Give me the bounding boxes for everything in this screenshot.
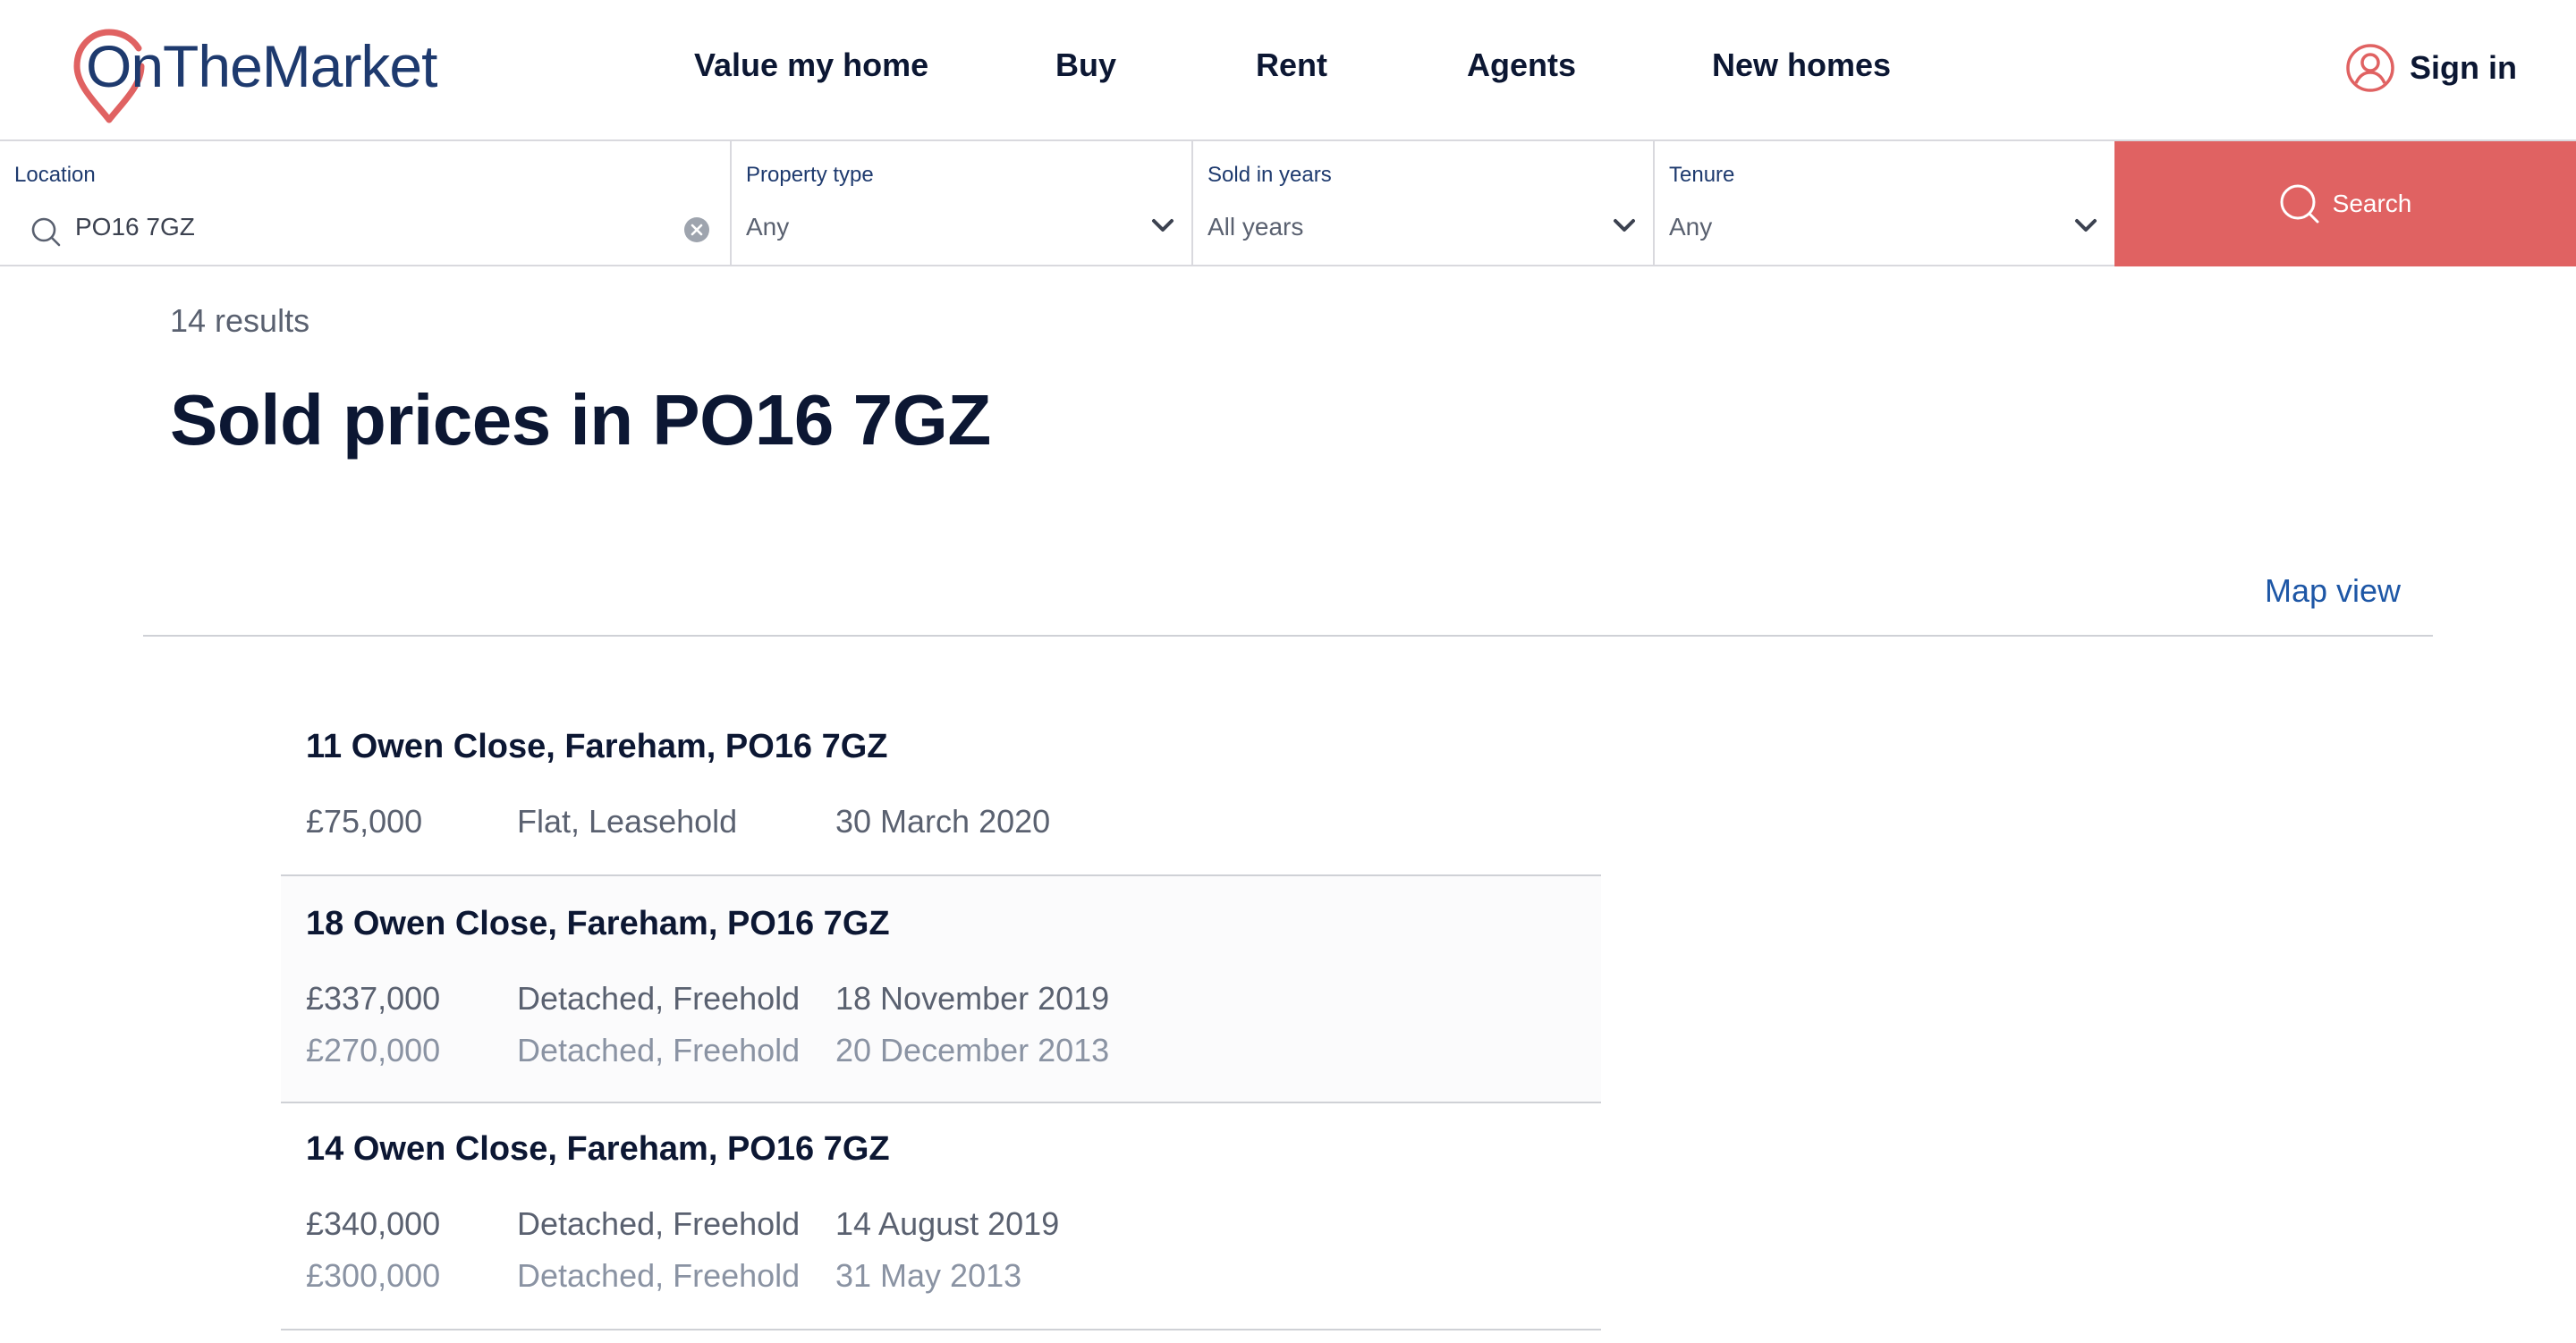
site-logo[interactable]: OnTheMarket <box>70 27 463 127</box>
list-item[interactable]: 14 Owen Close, Fareham, PO16 7GZ £340,00… <box>281 1103 1601 1330</box>
sale-price: £270,000 <box>306 1032 441 1068</box>
tenure-value: Any <box>1669 213 1713 241</box>
tenure-select[interactable]: Tenure Any <box>1655 141 2114 266</box>
search-filters-bar: Location PO16 7GZ Property type Any Sold… <box>0 141 2576 266</box>
nav-value-my-home[interactable]: Value my home <box>694 46 928 84</box>
sale-date: 30 March 2020 <box>835 803 1051 840</box>
property-type: Detached, Freehold <box>517 1257 801 1294</box>
property-type: Detached, Freehold <box>517 980 801 1017</box>
location-label: Location <box>14 163 96 187</box>
search-icon <box>2280 184 2319 224</box>
location-input[interactable]: PO16 7GZ <box>75 213 195 241</box>
logo-wordmark: OnTheMarket <box>86 33 437 99</box>
clear-icon[interactable] <box>683 216 710 243</box>
sold-in-years-value: All years <box>1208 213 1304 241</box>
property-type: Detached, Freehold <box>517 1032 801 1068</box>
nav-buy[interactable]: Buy <box>1055 46 1116 84</box>
map-view-link[interactable]: Map view <box>2265 572 2401 610</box>
search-button-label: Search <box>2332 190 2412 217</box>
sold-in-years-label: Sold in years <box>1208 163 1332 187</box>
chevron-down-icon <box>2075 219 2097 232</box>
location-field[interactable]: Location PO16 7GZ <box>0 141 732 266</box>
sold-prices-list: 11 Owen Close, Fareham, PO16 7GZ £75,000… <box>281 706 1601 1330</box>
user-icon <box>2346 44 2394 92</box>
list-item[interactable]: 18 Owen Close, Fareham, PO16 7GZ £337,00… <box>281 876 1601 1103</box>
sale-date: 18 November 2019 <box>835 980 1110 1017</box>
property-type-value: Any <box>746 213 790 241</box>
results-count: 14 results <box>170 302 310 339</box>
search-icon <box>31 217 61 247</box>
divider <box>143 635 2433 637</box>
sale-date: 31 May 2013 <box>835 1257 1022 1294</box>
property-type-select[interactable]: Property type Any <box>732 141 1193 266</box>
chevron-down-icon <box>1152 219 1174 232</box>
sign-in-label: Sign in <box>2410 49 2517 86</box>
nav-agents[interactable]: Agents <box>1467 46 1576 84</box>
property-address[interactable]: 11 Owen Close, Fareham, PO16 7GZ <box>306 728 888 766</box>
chevron-down-icon <box>1614 219 1635 232</box>
sale-date: 14 August 2019 <box>835 1205 1060 1242</box>
sale-price: £300,000 <box>306 1257 441 1294</box>
site-header: OnTheMarket Value my home Buy Rent Agent… <box>0 0 2576 141</box>
property-type: Flat, Leasehold <box>517 803 738 840</box>
nav-rent[interactable]: Rent <box>1256 46 1327 84</box>
sale-date: 20 December 2013 <box>835 1032 1110 1068</box>
sale-price: £340,000 <box>306 1205 441 1242</box>
list-item[interactable]: 11 Owen Close, Fareham, PO16 7GZ £75,000… <box>281 706 1601 876</box>
property-type-label: Property type <box>746 163 874 187</box>
sale-price: £75,000 <box>306 803 423 840</box>
property-address[interactable]: 18 Owen Close, Fareham, PO16 7GZ <box>306 905 890 943</box>
property-type: Detached, Freehold <box>517 1205 801 1242</box>
sale-price: £337,000 <box>306 980 441 1017</box>
property-address[interactable]: 14 Owen Close, Fareham, PO16 7GZ <box>306 1130 890 1169</box>
search-button[interactable]: Search <box>2114 141 2576 266</box>
tenure-label: Tenure <box>1669 163 1735 187</box>
sold-in-years-select[interactable]: Sold in years All years <box>1193 141 1655 266</box>
nav-new-homes[interactable]: New homes <box>1712 46 1891 84</box>
sign-in-button[interactable]: Sign in <box>2345 41 2517 95</box>
page-title: Sold prices in PO16 7GZ <box>170 380 991 460</box>
